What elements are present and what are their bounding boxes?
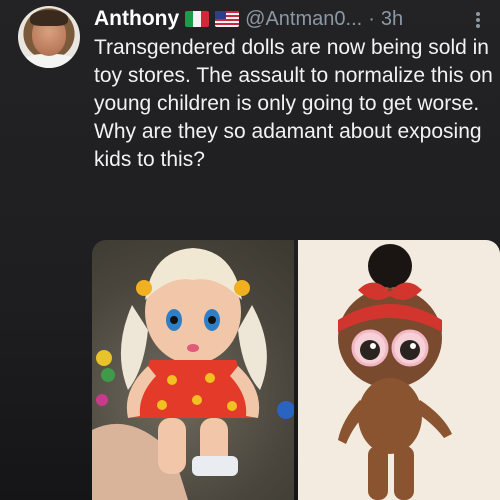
doll-illustration-left [92,248,295,500]
tweet-card[interactable]: Anthony @Antman0... · 3h Transgendered d… [0,0,500,500]
tweet-timestamp[interactable]: 3h [381,8,403,31]
separator-dot: · [368,7,375,30]
tweet-header: Anthony @Antman0... · 3h [94,4,403,34]
italy-flag-icon [185,11,210,27]
doll-photo-blonde-pigtails[interactable] [92,240,295,500]
tweet-media[interactable] [92,240,500,500]
more-options-icon[interactable] [470,10,486,30]
author-handle[interactable]: @Antman0... [245,8,362,31]
avatar[interactable] [18,6,80,68]
tweet-text: Transgendered dolls are now being sold i… [94,36,493,171]
author-name[interactable]: Anthony [94,7,179,31]
doll-photo-lol-doll[interactable] [298,240,500,500]
usa-flag-icon [215,11,240,27]
doll-illustration-right [338,244,452,500]
